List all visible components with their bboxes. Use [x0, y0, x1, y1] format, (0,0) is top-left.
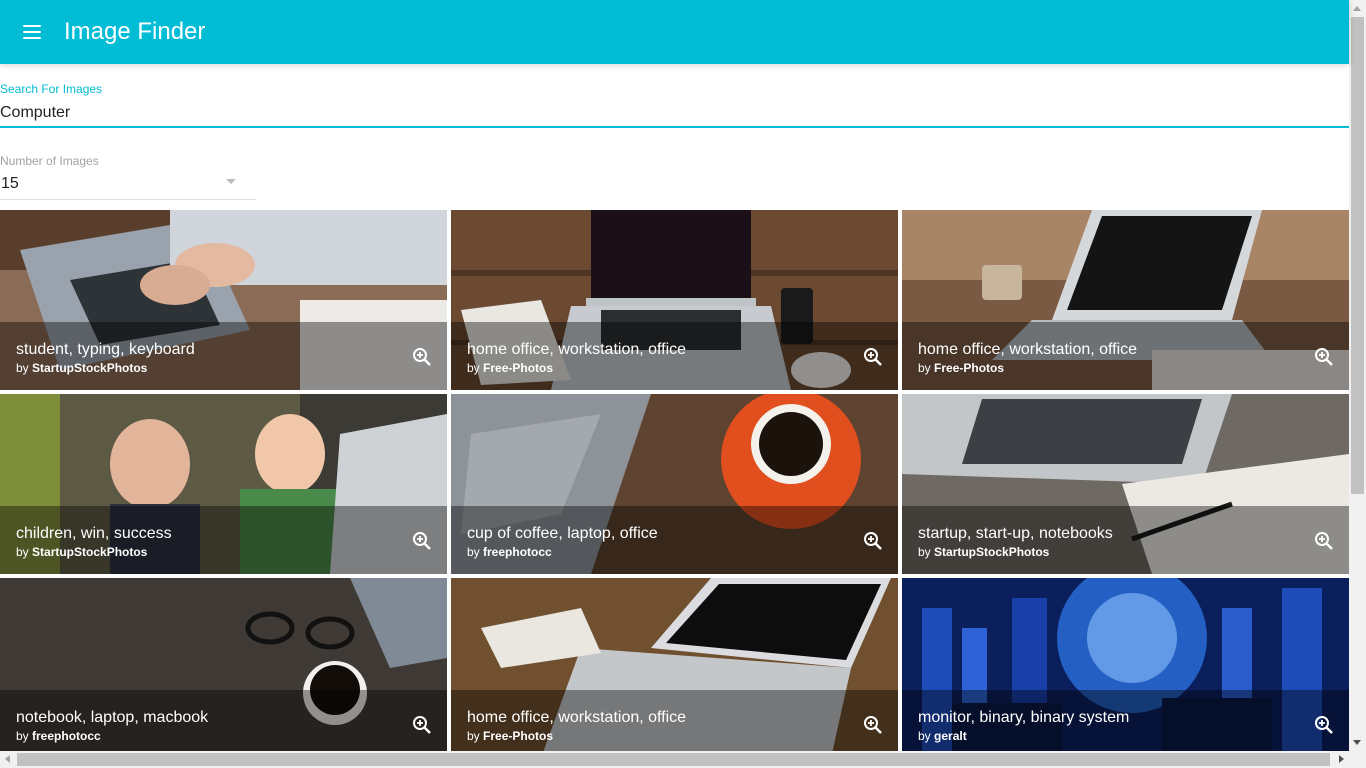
count-value: 15 — [1, 175, 19, 192]
scroll-right-arrow-icon[interactable] — [1339, 755, 1344, 763]
zoom-in-icon[interactable] — [861, 529, 885, 553]
chevron-down-icon[interactable] — [226, 179, 236, 184]
tile-author-line: by geralt — [918, 729, 967, 744]
by-label: by — [918, 729, 935, 743]
count-underline — [0, 199, 256, 200]
zoom-in-icon[interactable] — [1312, 713, 1336, 737]
tile-title: home office, workstation, office — [467, 341, 687, 358]
menu-icon — [23, 25, 41, 27]
tile-author: Free-Photos — [483, 361, 554, 375]
tile-title: children, win, success — [16, 525, 172, 542]
zoom-in-icon[interactable] — [861, 713, 885, 737]
tile-author-line: by Free-Photos — [467, 729, 553, 744]
search-label: Search For Images — [0, 82, 103, 96]
zoom-in-icon[interactable] — [1312, 345, 1336, 369]
tile-author-line: by StartupStockPhotos — [918, 545, 1049, 560]
zoom-in-icon[interactable] — [410, 345, 434, 369]
by-label: by — [918, 545, 935, 559]
tile-caption-bar: cup of coffee, laptop, office by freepho… — [451, 506, 898, 574]
image-tile[interactable]: startup, start-up, notebooks by StartupS… — [902, 394, 1349, 574]
by-label: by — [467, 361, 484, 375]
tile-author: geralt — [934, 729, 967, 743]
zoom-in-icon[interactable] — [410, 529, 434, 553]
image-tile[interactable]: children, win, success by StartupStockPh… — [0, 394, 447, 574]
tile-caption-bar: home office, workstation, office by Free… — [451, 322, 898, 390]
tile-caption-bar: monitor, binary, binary system by geralt — [902, 690, 1349, 758]
tile-author: Free-Photos — [934, 361, 1005, 375]
by-label: by — [467, 545, 484, 559]
tile-caption-bar: startup, start-up, notebooks by StartupS… — [902, 506, 1349, 574]
search-underline — [0, 126, 1349, 128]
image-tile[interactable]: student, typing, keyboard by StartupStoc… — [0, 210, 447, 390]
app-bar: Image Finder — [0, 0, 1349, 64]
menu-button[interactable] — [14, 14, 50, 50]
tile-author-line: by freephotocc — [16, 729, 101, 744]
tile-caption-bar: home office, workstation, office by Free… — [902, 322, 1349, 390]
by-label: by — [16, 361, 33, 375]
zoom-in-icon[interactable] — [861, 345, 885, 369]
tile-author: StartupStockPhotos — [32, 361, 148, 375]
tile-author-line: by freephotocc — [467, 545, 552, 560]
horizontal-scrollbar-thumb[interactable] — [17, 753, 1330, 766]
app-title: Image Finder — [64, 18, 206, 45]
by-label: by — [16, 545, 33, 559]
tile-caption-bar: children, win, success by StartupStockPh… — [0, 506, 447, 574]
tile-title: home office, workstation, office — [467, 709, 687, 726]
tile-title: cup of coffee, laptop, office — [467, 525, 658, 542]
vertical-scrollbar-thumb[interactable] — [1351, 17, 1364, 494]
scroll-left-arrow-icon[interactable] — [5, 755, 10, 763]
scroll-down-arrow-icon[interactable] — [1353, 740, 1361, 745]
tile-title: student, typing, keyboard — [16, 341, 195, 358]
tile-author-line: by StartupStockPhotos — [16, 361, 147, 376]
tile-author: freephotocc — [32, 729, 101, 743]
tile-title: startup, start-up, notebooks — [918, 525, 1113, 542]
tile-caption-bar: notebook, laptop, macbook by freephotocc — [0, 690, 447, 758]
zoom-in-icon[interactable] — [1312, 529, 1336, 553]
tile-author-line: by StartupStockPhotos — [16, 545, 147, 560]
menu-icon — [23, 31, 41, 33]
tile-author-line: by Free-Photos — [467, 361, 553, 376]
tile-title: home office, workstation, office — [918, 341, 1138, 358]
image-tile[interactable]: cup of coffee, laptop, office by freepho… — [451, 394, 898, 574]
tile-author: StartupStockPhotos — [32, 545, 148, 559]
tile-author: StartupStockPhotos — [934, 545, 1050, 559]
scroll-up-arrow-icon[interactable] — [1353, 6, 1361, 11]
tile-title: monitor, binary, binary system — [918, 709, 1130, 726]
tile-caption-bar: home office, workstation, office by Free… — [451, 690, 898, 758]
image-tile[interactable]: home office, workstation, office by Free… — [902, 210, 1349, 390]
search-input[interactable] — [0, 101, 1349, 125]
image-tile[interactable]: home office, workstation, office by Free… — [451, 578, 898, 758]
by-label: by — [467, 729, 484, 743]
tile-author: Free-Photos — [483, 729, 554, 743]
tile-author-line: by Free-Photos — [918, 361, 1004, 376]
image-tile[interactable]: home office, workstation, office by Free… — [451, 210, 898, 390]
by-label: by — [918, 361, 935, 375]
count-label: Number of Images — [0, 154, 99, 168]
menu-icon — [23, 37, 41, 39]
tile-caption-bar: student, typing, keyboard by StartupStoc… — [0, 322, 447, 390]
tile-author: freephotocc — [483, 545, 552, 559]
tile-title: notebook, laptop, macbook — [16, 709, 209, 726]
number-of-images-select[interactable]: 15 — [0, 170, 256, 200]
zoom-in-icon[interactable] — [410, 713, 434, 737]
image-tile[interactable]: notebook, laptop, macbook by freephotocc — [0, 578, 447, 758]
by-label: by — [16, 729, 33, 743]
image-tile[interactable]: monitor, binary, binary system by geralt — [902, 578, 1349, 758]
